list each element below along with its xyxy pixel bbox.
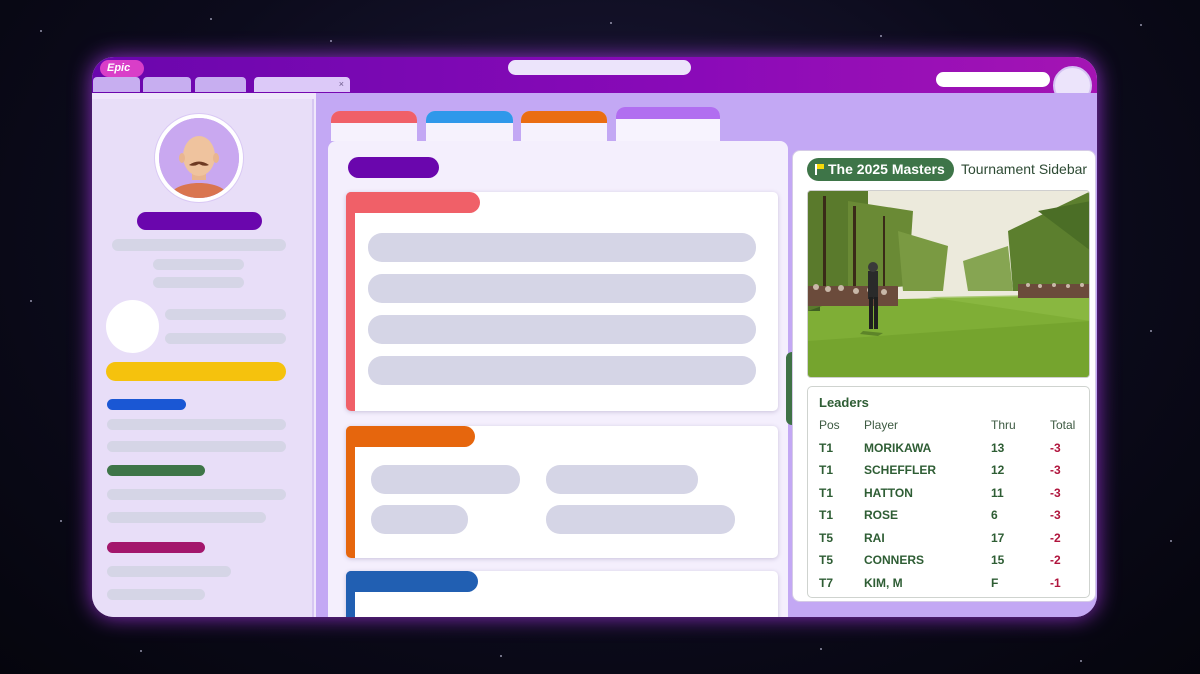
star xyxy=(1170,540,1172,542)
badge-label: The 2025 Masters xyxy=(828,161,945,177)
text-line xyxy=(165,309,286,320)
secondary-avatar xyxy=(106,300,159,353)
star xyxy=(30,300,32,302)
card-label xyxy=(346,426,475,447)
patient-name-placeholder xyxy=(137,212,262,230)
section-heading-placeholder xyxy=(348,157,439,178)
leaderboard: Leaders Pos Player Thru Total T1 MORIKAW… xyxy=(807,386,1090,598)
tab-color-strip xyxy=(331,111,417,123)
section-header-green[interactable] xyxy=(107,465,205,476)
list-item[interactable] xyxy=(546,505,735,534)
window-tab-active[interactable]: × xyxy=(254,77,350,92)
flag-icon xyxy=(815,164,824,175)
star xyxy=(330,40,332,42)
section-header-blue[interactable] xyxy=(107,399,186,410)
content-tab-violet-active[interactable] xyxy=(616,107,720,141)
alert-bar[interactable] xyxy=(106,362,286,381)
star xyxy=(1140,24,1142,26)
text-line xyxy=(107,441,286,452)
content-tab-blue[interactable] xyxy=(426,111,513,141)
star xyxy=(610,22,612,24)
text-line xyxy=(107,512,266,523)
content-tab-red[interactable] xyxy=(331,111,417,141)
leaderboard-row[interactable]: T1 ROSE 6 -3 xyxy=(808,505,1089,525)
list-item[interactable] xyxy=(371,505,468,534)
text-line xyxy=(165,333,286,344)
card-blue xyxy=(346,571,778,617)
card-label xyxy=(346,192,480,213)
star xyxy=(500,655,502,657)
epic-logo: Epic xyxy=(100,60,144,77)
text-line xyxy=(107,419,286,430)
search-field[interactable] xyxy=(936,72,1050,87)
tab-color-strip xyxy=(426,111,513,123)
star xyxy=(40,30,42,32)
window-tab-3[interactable] xyxy=(195,77,246,92)
content-tab-orange[interactable] xyxy=(521,111,607,141)
card-red xyxy=(346,192,778,411)
text-line xyxy=(107,566,231,577)
tournament-sidebar: The 2025 Masters Tournament Sidebar Lead… xyxy=(792,150,1096,602)
text-line xyxy=(112,239,286,251)
list-item[interactable] xyxy=(368,233,756,262)
window-tab-2[interactable] xyxy=(143,77,191,92)
user-avatar-icon xyxy=(155,114,243,202)
masters-badge[interactable]: The 2025 Masters xyxy=(807,158,954,181)
column-header-pos: Pos xyxy=(819,418,840,432)
section-header-magenta[interactable] xyxy=(107,542,205,553)
star xyxy=(1080,660,1082,662)
column-header-total: Total xyxy=(1050,418,1076,432)
app-window: Epic × The 2025 Masters Tournament Sideb… xyxy=(92,57,1097,617)
card-orange xyxy=(346,426,778,558)
star xyxy=(60,520,62,522)
star xyxy=(820,648,822,650)
main-panel xyxy=(328,141,788,617)
tab-color-strip xyxy=(616,107,720,119)
leaderboard-row[interactable]: T1 SCHEFFLER 12 -3 xyxy=(808,460,1089,480)
close-tab-icon[interactable]: × xyxy=(339,78,344,90)
leaderboard-row[interactable]: T7 KIM, M F -1 xyxy=(808,573,1089,593)
text-line xyxy=(107,489,286,500)
star xyxy=(210,18,212,20)
star xyxy=(880,35,882,37)
golf-course-photo xyxy=(807,190,1090,378)
window-tab-1[interactable] xyxy=(93,77,140,92)
leaderboard-row[interactable]: T5 RAI 17 -2 xyxy=(808,528,1089,548)
leaderboard-row[interactable]: T1 MORIKAWA 13 -3 xyxy=(808,438,1089,458)
list-item[interactable] xyxy=(368,315,756,344)
star xyxy=(140,650,142,652)
card-accent xyxy=(346,192,355,411)
leaderboard-row[interactable]: T1 HATTON 11 -3 xyxy=(808,483,1089,503)
text-line xyxy=(107,589,205,600)
star xyxy=(1150,330,1152,332)
list-item[interactable] xyxy=(368,274,756,303)
card-label xyxy=(346,571,478,592)
tournament-sidebar-label: Tournament Sidebar xyxy=(961,161,1088,177)
column-header-player: Player xyxy=(864,418,899,432)
text-line xyxy=(153,259,244,270)
tab-color-strip xyxy=(521,111,607,123)
patient-sidebar xyxy=(92,99,314,617)
column-header-thru: Thru xyxy=(991,418,1016,432)
window-title-placeholder xyxy=(508,60,691,75)
leaderboard-title: Leaders xyxy=(819,395,869,410)
text-line xyxy=(153,277,244,288)
leaderboard-row[interactable]: T5 CONNERS 15 -2 xyxy=(808,550,1089,570)
list-item[interactable] xyxy=(368,356,756,385)
list-item[interactable] xyxy=(546,465,698,494)
list-item[interactable] xyxy=(371,465,520,494)
